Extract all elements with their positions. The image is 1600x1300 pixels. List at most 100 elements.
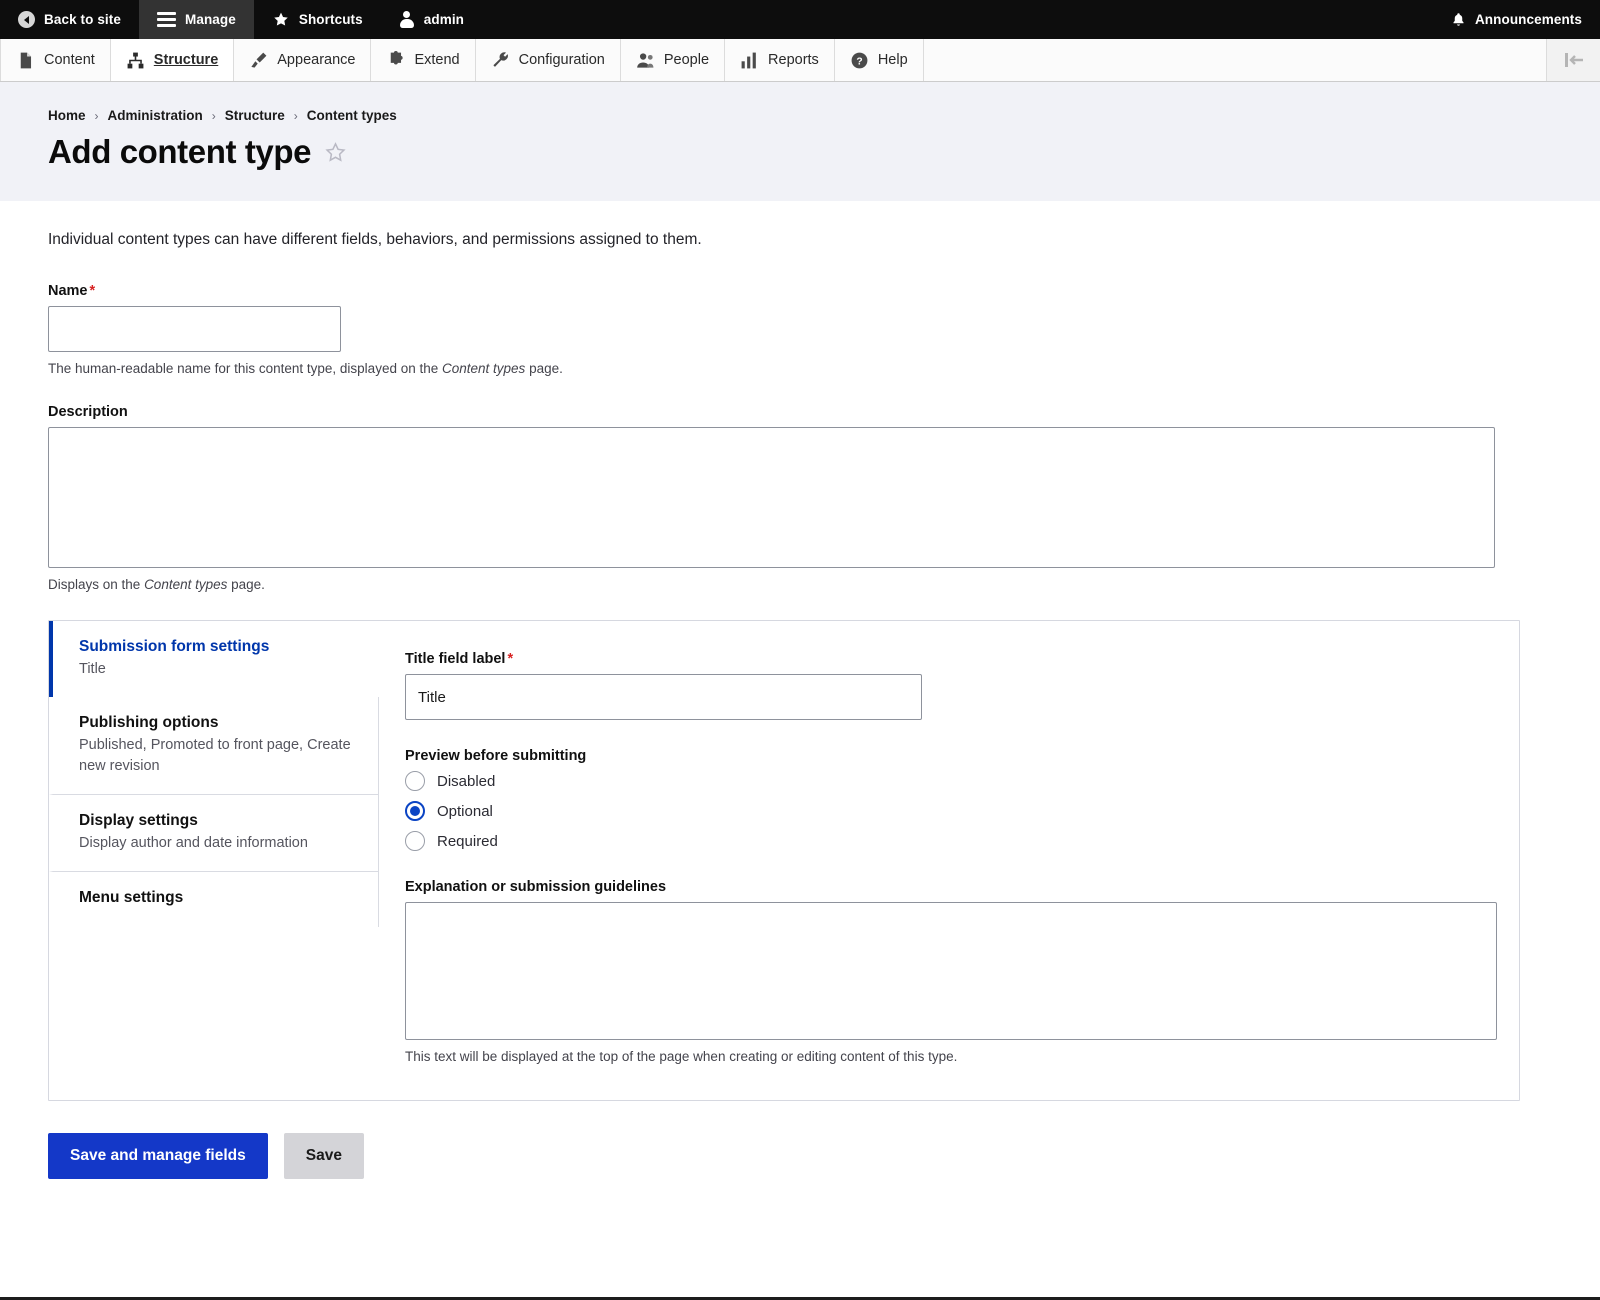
- star-icon: [274, 12, 288, 26]
- admin-menu-label: Configuration: [518, 52, 605, 68]
- description-label: Description: [48, 404, 128, 420]
- vertical-tab-summary: Display author and date information: [79, 835, 308, 852]
- admin-toolbar: Back to site Manage Shortcuts admin Anno…: [0, 0, 1600, 39]
- preview-option-optional[interactable]: Optional: [405, 801, 1497, 821]
- title-field-label-text: Title field label: [405, 651, 506, 667]
- admin-menu-item-appearance[interactable]: Appearance: [234, 39, 372, 81]
- vertical-tab-title: Display settings: [79, 812, 198, 830]
- name-label-text: Name: [48, 283, 88, 299]
- preview-option-disabled[interactable]: Disabled: [405, 771, 1497, 791]
- admin-menu-item-extend[interactable]: Extend: [371, 39, 476, 81]
- explanation-label: Explanation or submission guidelines: [405, 879, 667, 895]
- admin-menu-bar: Content Structure Appearance Extend Conf…: [0, 39, 1600, 82]
- admin-menu-label: Appearance: [277, 52, 356, 68]
- breadcrumb: Home › Administration › Structure › Cont…: [0, 108, 1600, 123]
- preview-before-submitting-group: Preview before submitting Disabled Optio…: [405, 748, 1497, 851]
- file-icon: [20, 52, 32, 68]
- description-help-after: page.: [227, 577, 265, 592]
- admin-menu-item-help[interactable]: ? Help: [834, 39, 924, 81]
- vertical-tab-summary: Published, Promoted to front page, Creat…: [79, 737, 351, 775]
- name-input[interactable]: [48, 306, 341, 352]
- user-name-label: admin: [423, 12, 465, 27]
- vertical-tab-summary: Title: [79, 661, 106, 677]
- name-field-group: Name * The human-readable name for this c…: [48, 283, 1552, 376]
- admin-menu-label: Help: [877, 52, 908, 68]
- person-icon: [399, 11, 415, 28]
- admin-menu-item-structure[interactable]: Structure: [110, 39, 235, 81]
- vertical-tab-menu-settings[interactable]: Menu settings: [49, 872, 378, 928]
- admin-menu-item-reports[interactable]: Reports: [725, 39, 835, 81]
- paintbrush-icon: [251, 52, 267, 68]
- preview-option-label: Required: [437, 832, 498, 850]
- announcements-button[interactable]: Announcements: [1433, 0, 1600, 39]
- description-help-text: Displays on the Content types page.: [48, 577, 1552, 592]
- description-help-italic: Content types: [144, 577, 228, 592]
- people-icon: [637, 52, 654, 68]
- breadcrumb-item-home[interactable]: Home: [48, 108, 86, 123]
- save-and-manage-fields-button[interactable]: Save and manage fields: [48, 1133, 268, 1179]
- back-arrow-circle-icon: [18, 11, 35, 28]
- preview-option-label: Optional: [437, 802, 493, 820]
- explanation-textarea[interactable]: [405, 902, 1497, 1040]
- breadcrumb-separator: ›: [94, 108, 99, 123]
- breadcrumb-item-administration[interactable]: Administration: [108, 108, 203, 123]
- manage-tab[interactable]: Manage: [138, 0, 254, 39]
- page-header: Home › Administration › Structure › Cont…: [0, 82, 1600, 201]
- name-help-italic: Content types: [442, 361, 526, 376]
- title-field-label-group: Title field label *: [405, 651, 1497, 720]
- question-circle-icon: ?: [851, 52, 868, 68]
- name-label: Name *: [48, 283, 1552, 299]
- page-title-text: Add content type: [48, 133, 312, 170]
- radio-icon[interactable]: [405, 771, 425, 791]
- radio-icon[interactable]: [405, 831, 425, 851]
- save-button[interactable]: Save: [283, 1133, 364, 1179]
- manage-label: Manage: [184, 12, 236, 27]
- vertical-tab-display-settings[interactable]: Display settings Display author and date…: [49, 795, 378, 873]
- admin-menu-item-configuration[interactable]: Configuration: [475, 39, 621, 81]
- page-title: Add content type: [0, 133, 1600, 171]
- puzzle-icon: [391, 50, 404, 64]
- vertical-tab-submission-form-settings[interactable]: Submission form settings Title: [49, 621, 379, 698]
- back-to-site-button[interactable]: Back to site: [0, 0, 139, 39]
- structure-icon: [127, 52, 144, 68]
- description-textarea[interactable]: [48, 427, 1495, 568]
- shortcuts-tab[interactable]: Shortcuts: [254, 0, 381, 39]
- explanation-help-text: This text will be displayed at the top o…: [405, 1049, 958, 1064]
- vertical-tab-title: Submission form settings: [79, 638, 270, 655]
- preview-option-required[interactable]: Required: [405, 831, 1497, 851]
- user-account-tab[interactable]: admin: [381, 0, 482, 39]
- admin-menu-item-content[interactable]: Content: [0, 39, 111, 81]
- admin-page: Back to site Manage Shortcuts admin Anno…: [0, 0, 1600, 1300]
- preview-option-label: Disabled: [437, 772, 496, 790]
- name-help-text: The human-readable name for this content…: [48, 361, 1552, 376]
- vertical-tabs-container: Submission form settings Title Publishin…: [48, 620, 1520, 1101]
- explanation-group: Explanation or submission guidelines Thi…: [405, 879, 1497, 1064]
- description-field-group: Description Displays on the Content type…: [48, 404, 1552, 592]
- radio-icon-selected[interactable]: [405, 801, 425, 821]
- breadcrumb-separator: ›: [293, 108, 298, 123]
- svg-text:?: ?: [856, 56, 862, 67]
- intro-text: Individual content types can have differ…: [48, 231, 702, 248]
- wrench-icon: [493, 51, 508, 67]
- vertical-tab-title: Menu settings: [79, 889, 184, 907]
- vertical-tab-title: Publishing options: [79, 714, 219, 732]
- form-actions: Save and manage fields Save: [0, 1101, 1600, 1179]
- breadcrumb-item-structure[interactable]: Structure: [225, 108, 285, 123]
- required-marker: *: [89, 283, 96, 299]
- back-to-site-label: Back to site: [44, 12, 121, 27]
- required-marker: *: [507, 651, 514, 667]
- bell-icon: [1453, 13, 1464, 26]
- toolbar-orientation-toggle-button[interactable]: [1546, 39, 1600, 81]
- hamburger-icon: [156, 12, 176, 27]
- admin-menu-item-people[interactable]: People: [620, 39, 726, 81]
- name-help-before: The human-readable name for this content…: [48, 361, 442, 376]
- breadcrumb-item-content-types[interactable]: Content types: [307, 108, 397, 123]
- preview-label: Preview before submitting: [405, 748, 587, 764]
- breadcrumb-separator: ›: [211, 108, 216, 123]
- name-help-after: page.: [525, 361, 563, 376]
- vertical-tabs-list: Submission form settings Title Publishin…: [49, 621, 379, 1100]
- toolbar-orientation-toggle-icon: [1564, 53, 1583, 67]
- title-field-input[interactable]: [405, 674, 922, 720]
- star-outline-icon[interactable]: [324, 141, 347, 164]
- vertical-tab-publishing-options[interactable]: Publishing options Published, Promoted t…: [49, 697, 378, 796]
